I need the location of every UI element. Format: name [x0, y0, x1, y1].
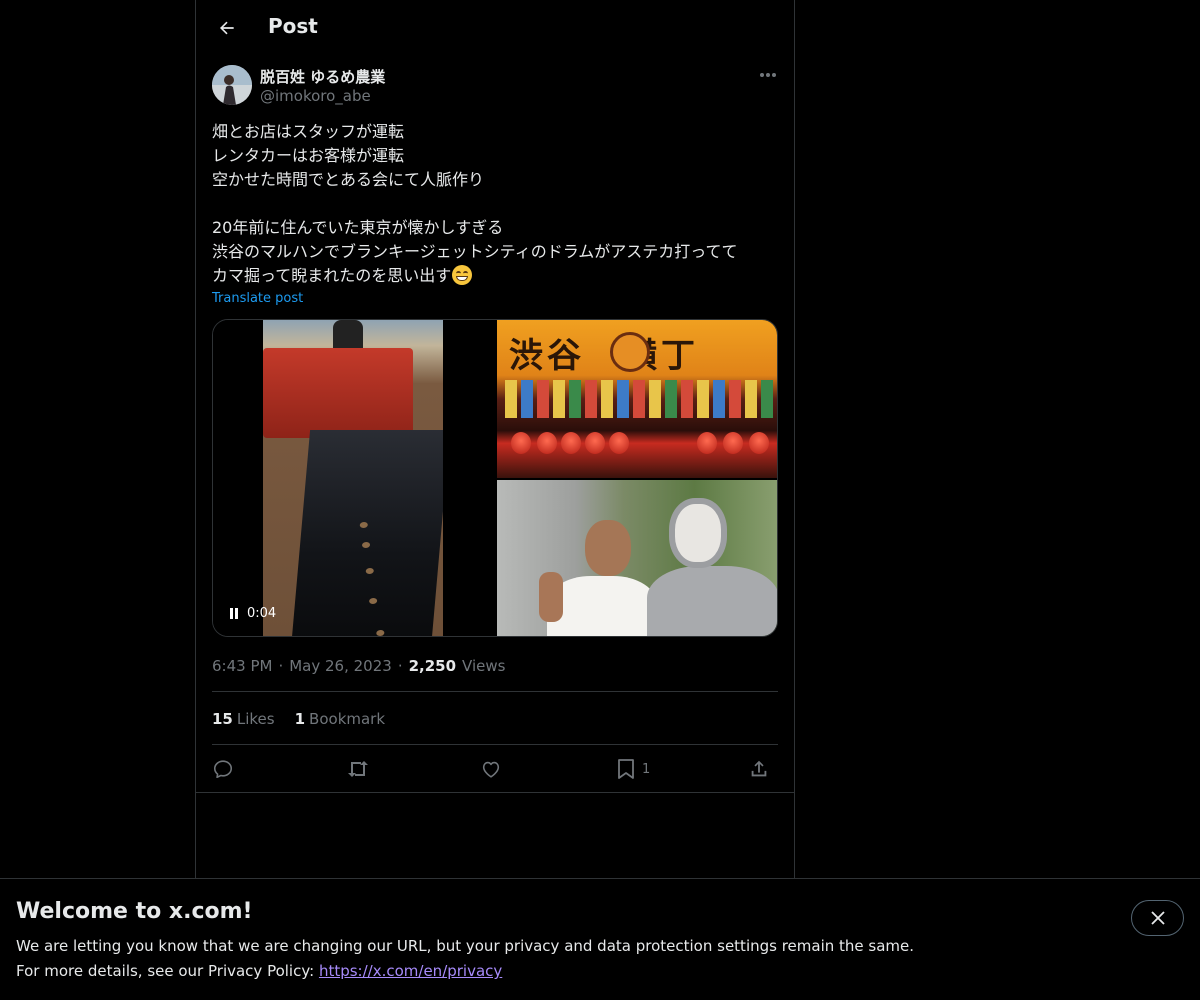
author-name[interactable]: 脱百姓 ゆるめ農業	[260, 66, 385, 87]
views-label: Views	[462, 657, 506, 675]
banner-title: Welcome to x.com!	[16, 899, 253, 924]
close-icon	[1150, 911, 1165, 925]
photo-two-men[interactable]	[497, 480, 777, 636]
page-title: Post	[268, 14, 318, 38]
video-player[interactable]: 0:04	[213, 320, 496, 636]
post-meta: 6:43 PM · May 26, 2023 · 2,250 Views	[212, 657, 505, 675]
banner-close-button[interactable]	[1131, 900, 1184, 936]
share-button[interactable]	[748, 757, 770, 781]
url-change-banner: Welcome to x.com! We are letting you kno…	[0, 878, 1200, 1000]
sign-emblem-icon	[610, 332, 650, 372]
like-button[interactable]	[480, 757, 502, 781]
arrow-left-icon	[220, 21, 234, 35]
privacy-policy-link[interactable]: https://x.com/en/privacy	[319, 962, 502, 980]
views-count: 2,250	[408, 657, 457, 675]
post-date[interactable]: May 26, 2023	[289, 657, 392, 675]
likes-stat[interactable]: 15 Likes	[212, 710, 275, 728]
person-right	[647, 566, 777, 636]
banner-policy-line: For more details, see our Privacy Policy…	[16, 962, 502, 980]
more-horizontal-icon	[760, 73, 776, 77]
video-frame-tractor	[263, 320, 443, 636]
author-handle[interactable]: @imokoro_abe	[260, 87, 371, 105]
person-left	[547, 576, 657, 636]
bookmarks-count: 1	[294, 710, 306, 728]
main-column: Post 脱百姓 ゆるめ農業 @imokoro_abe 畑とお店はスタッフが運転…	[195, 0, 795, 1000]
translate-post-link[interactable]: Translate post	[212, 291, 303, 306]
bookmarks-label: Bookmark	[309, 710, 386, 728]
back-button[interactable]	[210, 11, 244, 45]
person-left-head	[585, 520, 631, 576]
post-stats: 15 Likes 1 Bookmark	[212, 710, 385, 728]
avatar[interactable]	[212, 65, 252, 105]
avatar-image	[212, 65, 252, 105]
mulch-film	[291, 430, 443, 636]
more-options-button[interactable]	[756, 64, 780, 86]
heart-icon	[482, 761, 500, 778]
likes-count: 15	[212, 710, 233, 728]
meta-separator: ·	[278, 657, 284, 675]
bookmark-button[interactable]: 1	[616, 757, 650, 781]
bookmark-action-count: 1	[642, 761, 651, 777]
banner-policy-prefix: For more details, see our Privacy Policy…	[16, 962, 319, 980]
repost-button[interactable]	[346, 757, 370, 781]
pause-icon	[229, 608, 239, 619]
photo-shibuya-yokocho[interactable]: 渋谷 横丁	[497, 320, 777, 478]
media-grid: 0:04 渋谷 横丁	[212, 319, 778, 637]
post-text: 畑とお店はスタッフが運転 レンタカーはお客様が運転 空かせた時間でとある会にて人…	[212, 122, 738, 285]
action-bar: 1	[212, 745, 778, 792]
tractor-tiller	[263, 348, 413, 438]
sign-lettering: 渋谷 横丁	[509, 336, 699, 376]
grinning-face-emoji-icon	[452, 265, 473, 285]
reply-button[interactable]	[212, 757, 234, 781]
post-time[interactable]: 6:43 PM	[212, 657, 272, 675]
bookmark-icon	[618, 759, 634, 779]
post-body: 畑とお店はスタッフが運転 レンタカーはお客様が運転 空かせた時間でとある会にて人…	[212, 120, 778, 288]
peace-sign-hand	[539, 572, 563, 622]
person-right-mask	[669, 498, 727, 568]
video-timestamp: 0:04	[247, 606, 277, 621]
share-icon	[751, 760, 767, 777]
divider	[212, 691, 778, 692]
likes-label: Likes	[236, 710, 275, 728]
repost-icon	[348, 761, 368, 777]
post-header: Post	[196, 0, 794, 54]
reply-icon	[213, 760, 233, 779]
video-pause-control[interactable]: 0:04	[229, 606, 276, 621]
post-bottom-border	[196, 792, 794, 793]
bookmarks-stat[interactable]: 1 Bookmark	[295, 710, 385, 728]
banner-message: We are letting you know that we are chan…	[16, 937, 915, 955]
meta-separator: ·	[397, 657, 403, 675]
